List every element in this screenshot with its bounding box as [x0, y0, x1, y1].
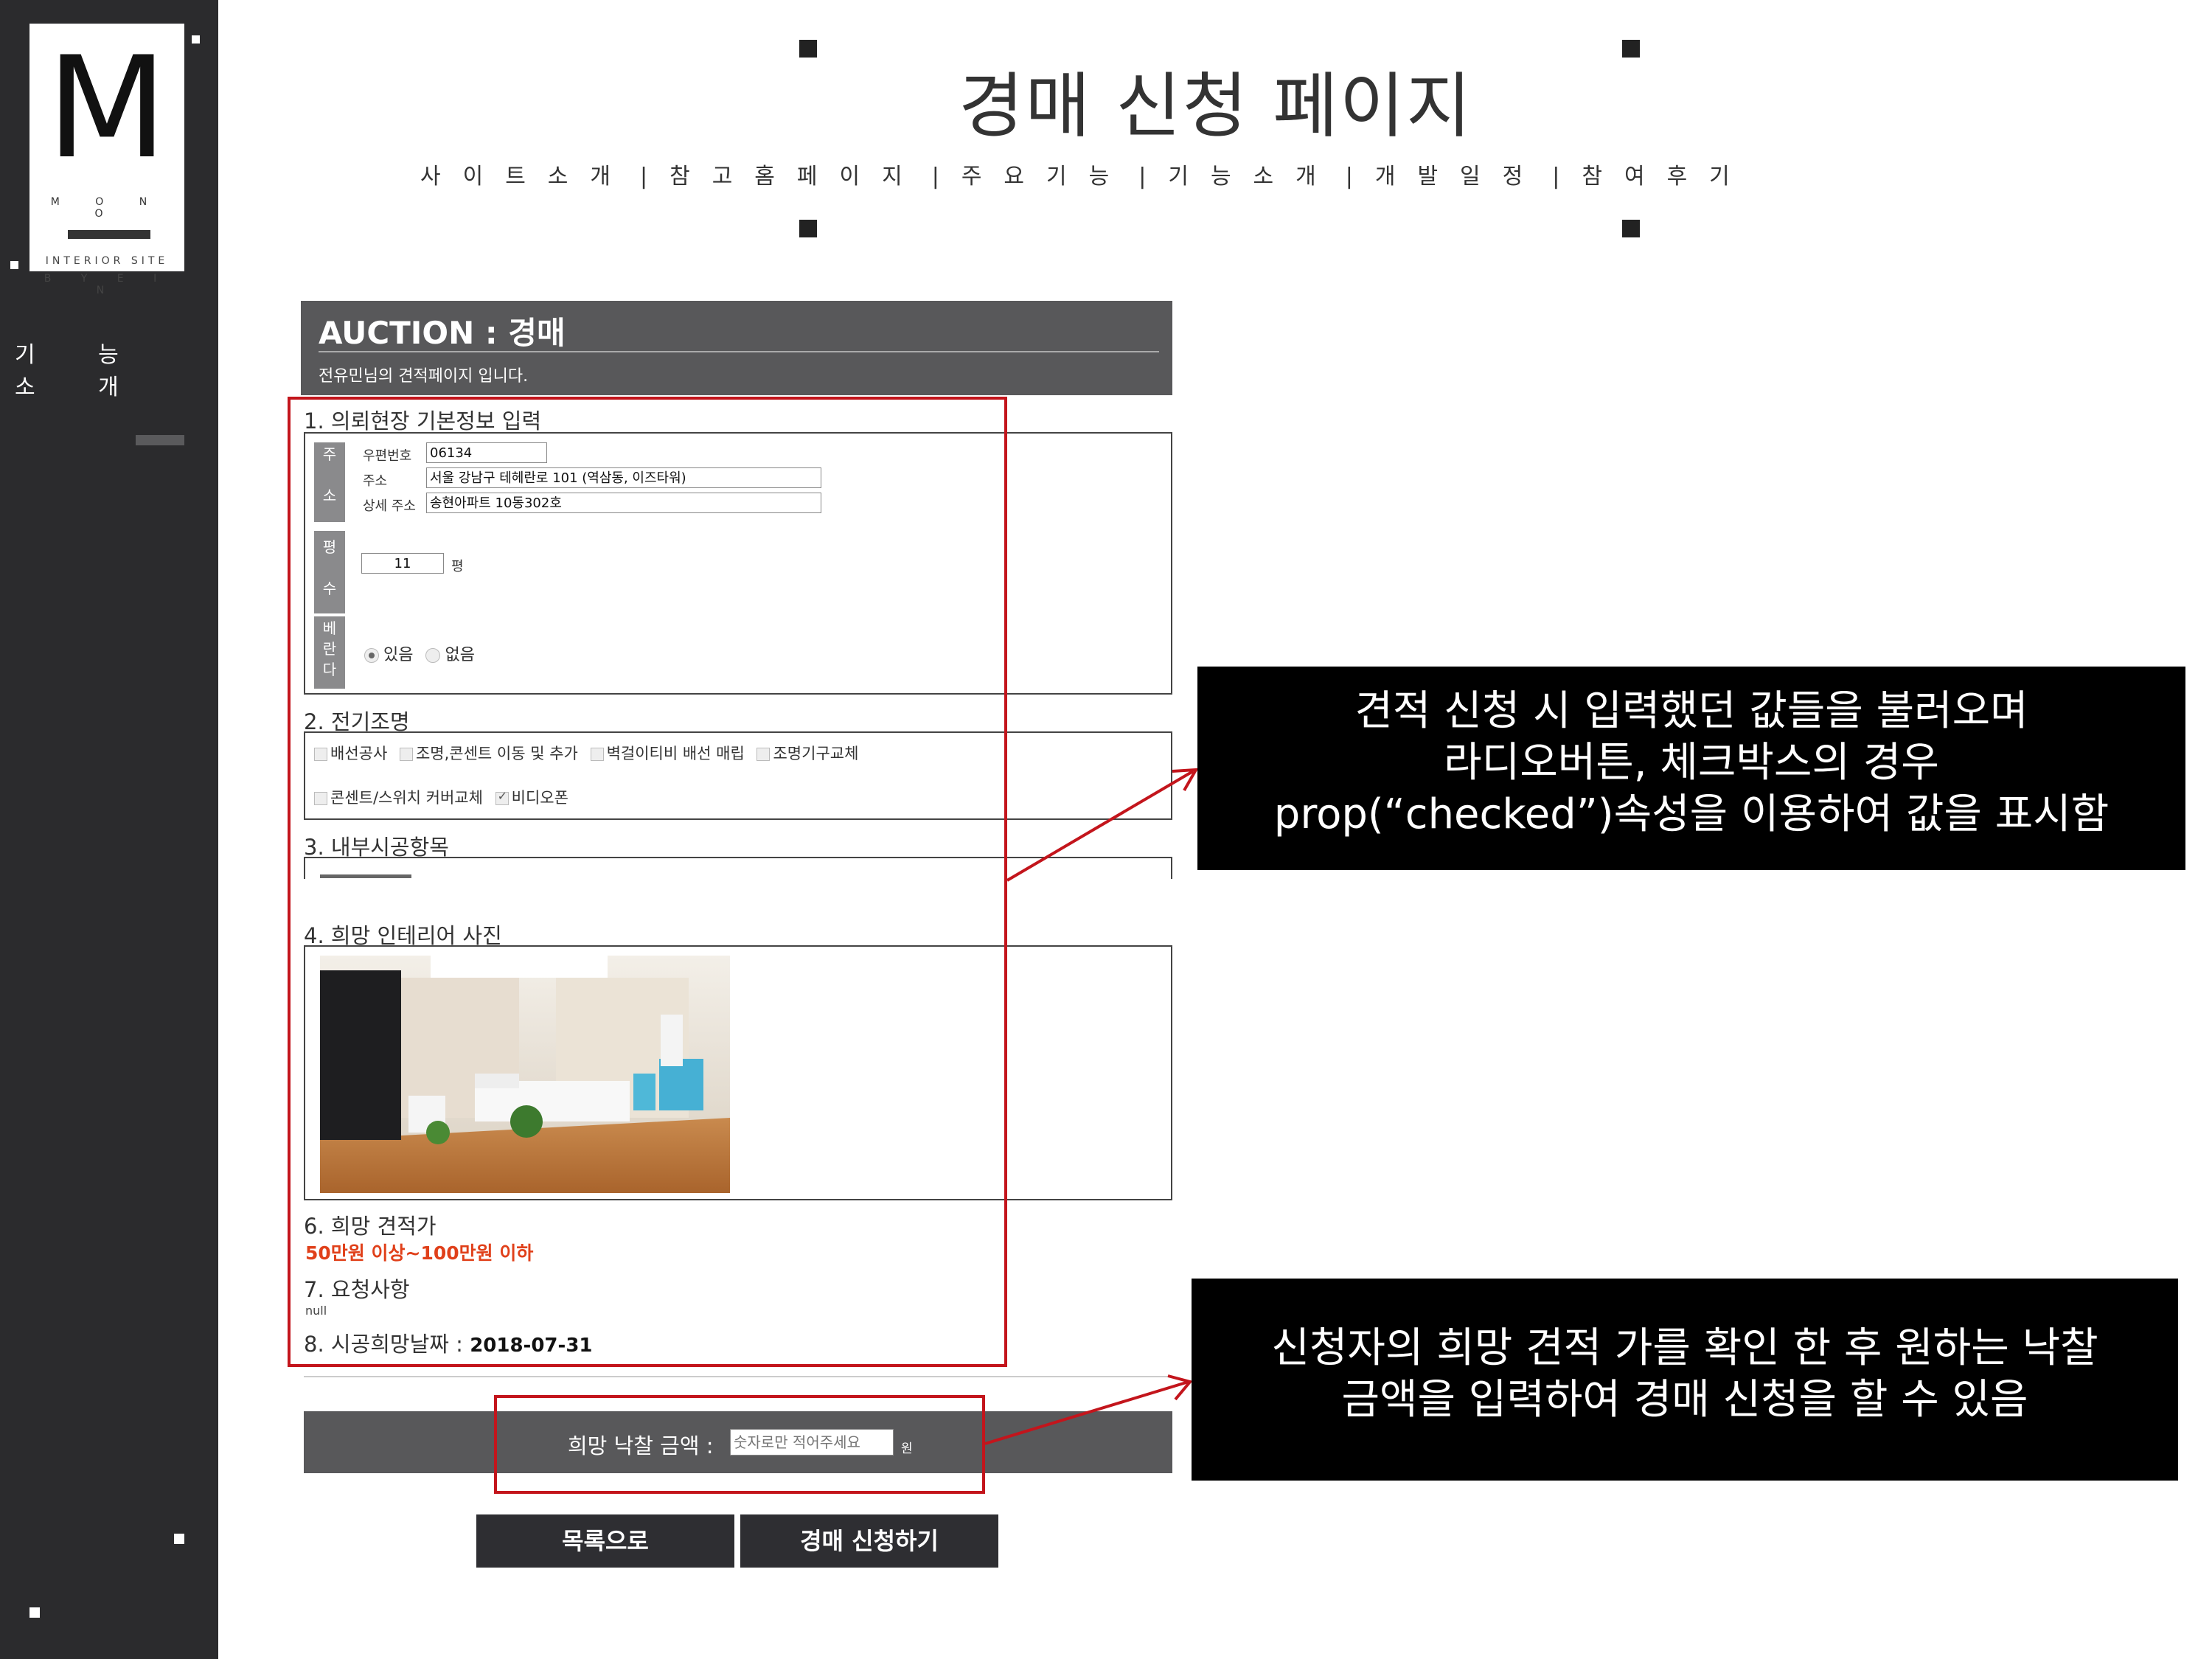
sidebar: M M O N O INTERIOR SITE B Y E I N 기 능 소 … [0, 0, 218, 1659]
logo-mono-text: M O N O [50, 196, 164, 220]
divider [304, 1376, 1172, 1377]
nav-separator: | [931, 164, 939, 189]
logo-interior-text: INTERIOR SITE [45, 255, 169, 267]
nav-separator: | [1345, 164, 1353, 189]
decor-square [29, 1607, 40, 1618]
callout-line: 금액을 입력하여 경매 신청을 할 수 있음 [1341, 1376, 2028, 1424]
callout-line: 견적 신청 시 입력했던 값들을 불러오며 [1354, 687, 2028, 735]
page-title: 경매 신청 페이지 [959, 65, 1473, 147]
logo-bar [68, 230, 150, 239]
nav-item-reviews[interactable]: 참여후기 [1582, 158, 1751, 190]
sidebar-indicator [136, 435, 184, 445]
callout-line: 라디오버튼, 체크박스의 경우 [1444, 739, 1939, 787]
decor-square [192, 35, 200, 44]
auction-subtitle: 전유민님의 견적페이지 입니다. [319, 367, 529, 386]
callout-load-values: 견적 신청 시 입력했던 값들을 불러오며 라디오버튼, 체크박스의 경우 pr… [1197, 667, 2185, 870]
title-corner-square [799, 220, 817, 237]
arrow-head [1167, 1374, 1193, 1401]
top-nav: 사이트소개 | 참고홈페이지 | 주요기능 | 기능소개 | 개발일정 | 참여후기 [420, 158, 1752, 190]
nav-separator: | [1138, 164, 1147, 189]
nav-item-dev-schedule[interactable]: 개발일정 [1375, 158, 1545, 190]
callout-line: prop(“checked”)속성을 이용하여 값을 표시함 [1273, 790, 2110, 838]
auction-title: AUCTION : 경매 [319, 315, 566, 351]
highlight-frame-bid [494, 1395, 985, 1494]
nav-separator: | [640, 164, 648, 189]
auction-header: AUCTION : 경매 전유민님의 견적페이지 입니다. [301, 301, 1172, 395]
nav-item-site-intro[interactable]: 사이트소개 [420, 158, 633, 190]
title-corner-square [1622, 40, 1640, 58]
logo-by-text: B Y E I N [44, 273, 170, 296]
arrow-head [1172, 768, 1199, 791]
divider [319, 351, 1159, 352]
decor-square [174, 1534, 184, 1544]
nav-separator: | [1552, 164, 1560, 189]
nav-item-feature-intro[interactable]: 기능소개 [1168, 158, 1338, 190]
nav-item-main-features[interactable]: 주요기능 [961, 158, 1131, 190]
callout-bid-info: 신청자의 희망 견적 가를 확인 한 후 원하는 낙찰 금액을 입력하여 경매 … [1192, 1279, 2178, 1481]
title-corner-square [1622, 220, 1640, 237]
sidebar-item-feature-intro[interactable]: 기 능 소 개 [15, 336, 218, 401]
submit-auction-button[interactable]: 경매 신청하기 [740, 1514, 998, 1568]
title-corner-square [799, 40, 817, 58]
nav-item-reference-sites[interactable]: 참고홈페이지 [669, 158, 925, 190]
callout-line: 신청자의 희망 견적 가를 확인 한 후 원하는 낙찰 [1271, 1324, 2098, 1372]
logo-letter: M [46, 27, 167, 189]
back-to-list-button[interactable]: 목록으로 [476, 1514, 734, 1568]
site-logo[interactable]: M M O N O INTERIOR SITE B Y E I N [29, 24, 184, 296]
decor-square [10, 261, 18, 269]
highlight-frame-form [288, 397, 1007, 1367]
